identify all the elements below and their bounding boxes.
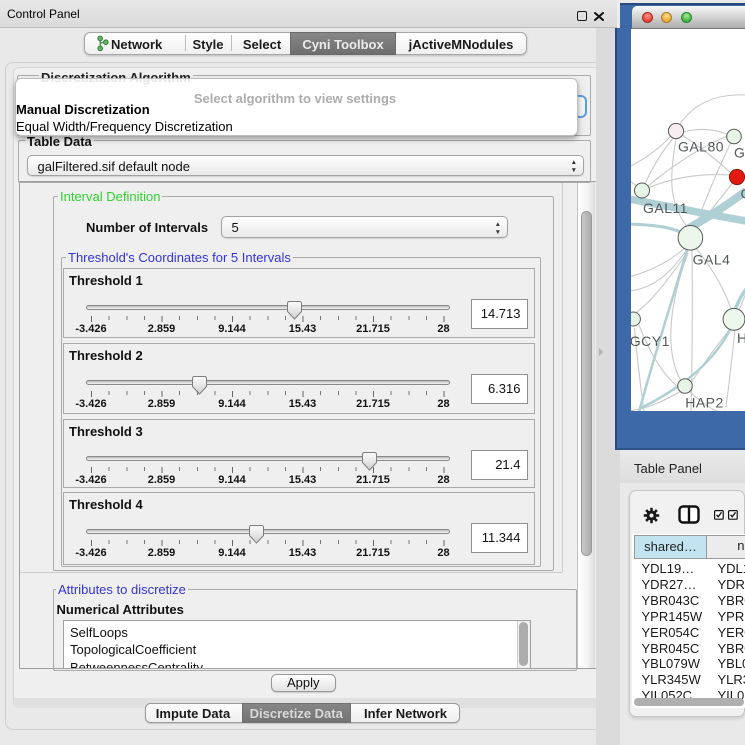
svg-text:GCY1: GCY1 [631, 333, 670, 349]
svg-text:GAL80: GAL80 [677, 138, 723, 154]
svg-text:CD: CD [740, 185, 745, 201]
svg-text:GAL: GAL [734, 144, 745, 160]
svg-text:HAP2: HAP2 [685, 394, 724, 410]
svg-text:GAL4: GAL4 [692, 251, 730, 267]
svg-text:GAL11: GAL11 [642, 200, 687, 216]
svg-text:H: H [737, 330, 745, 346]
